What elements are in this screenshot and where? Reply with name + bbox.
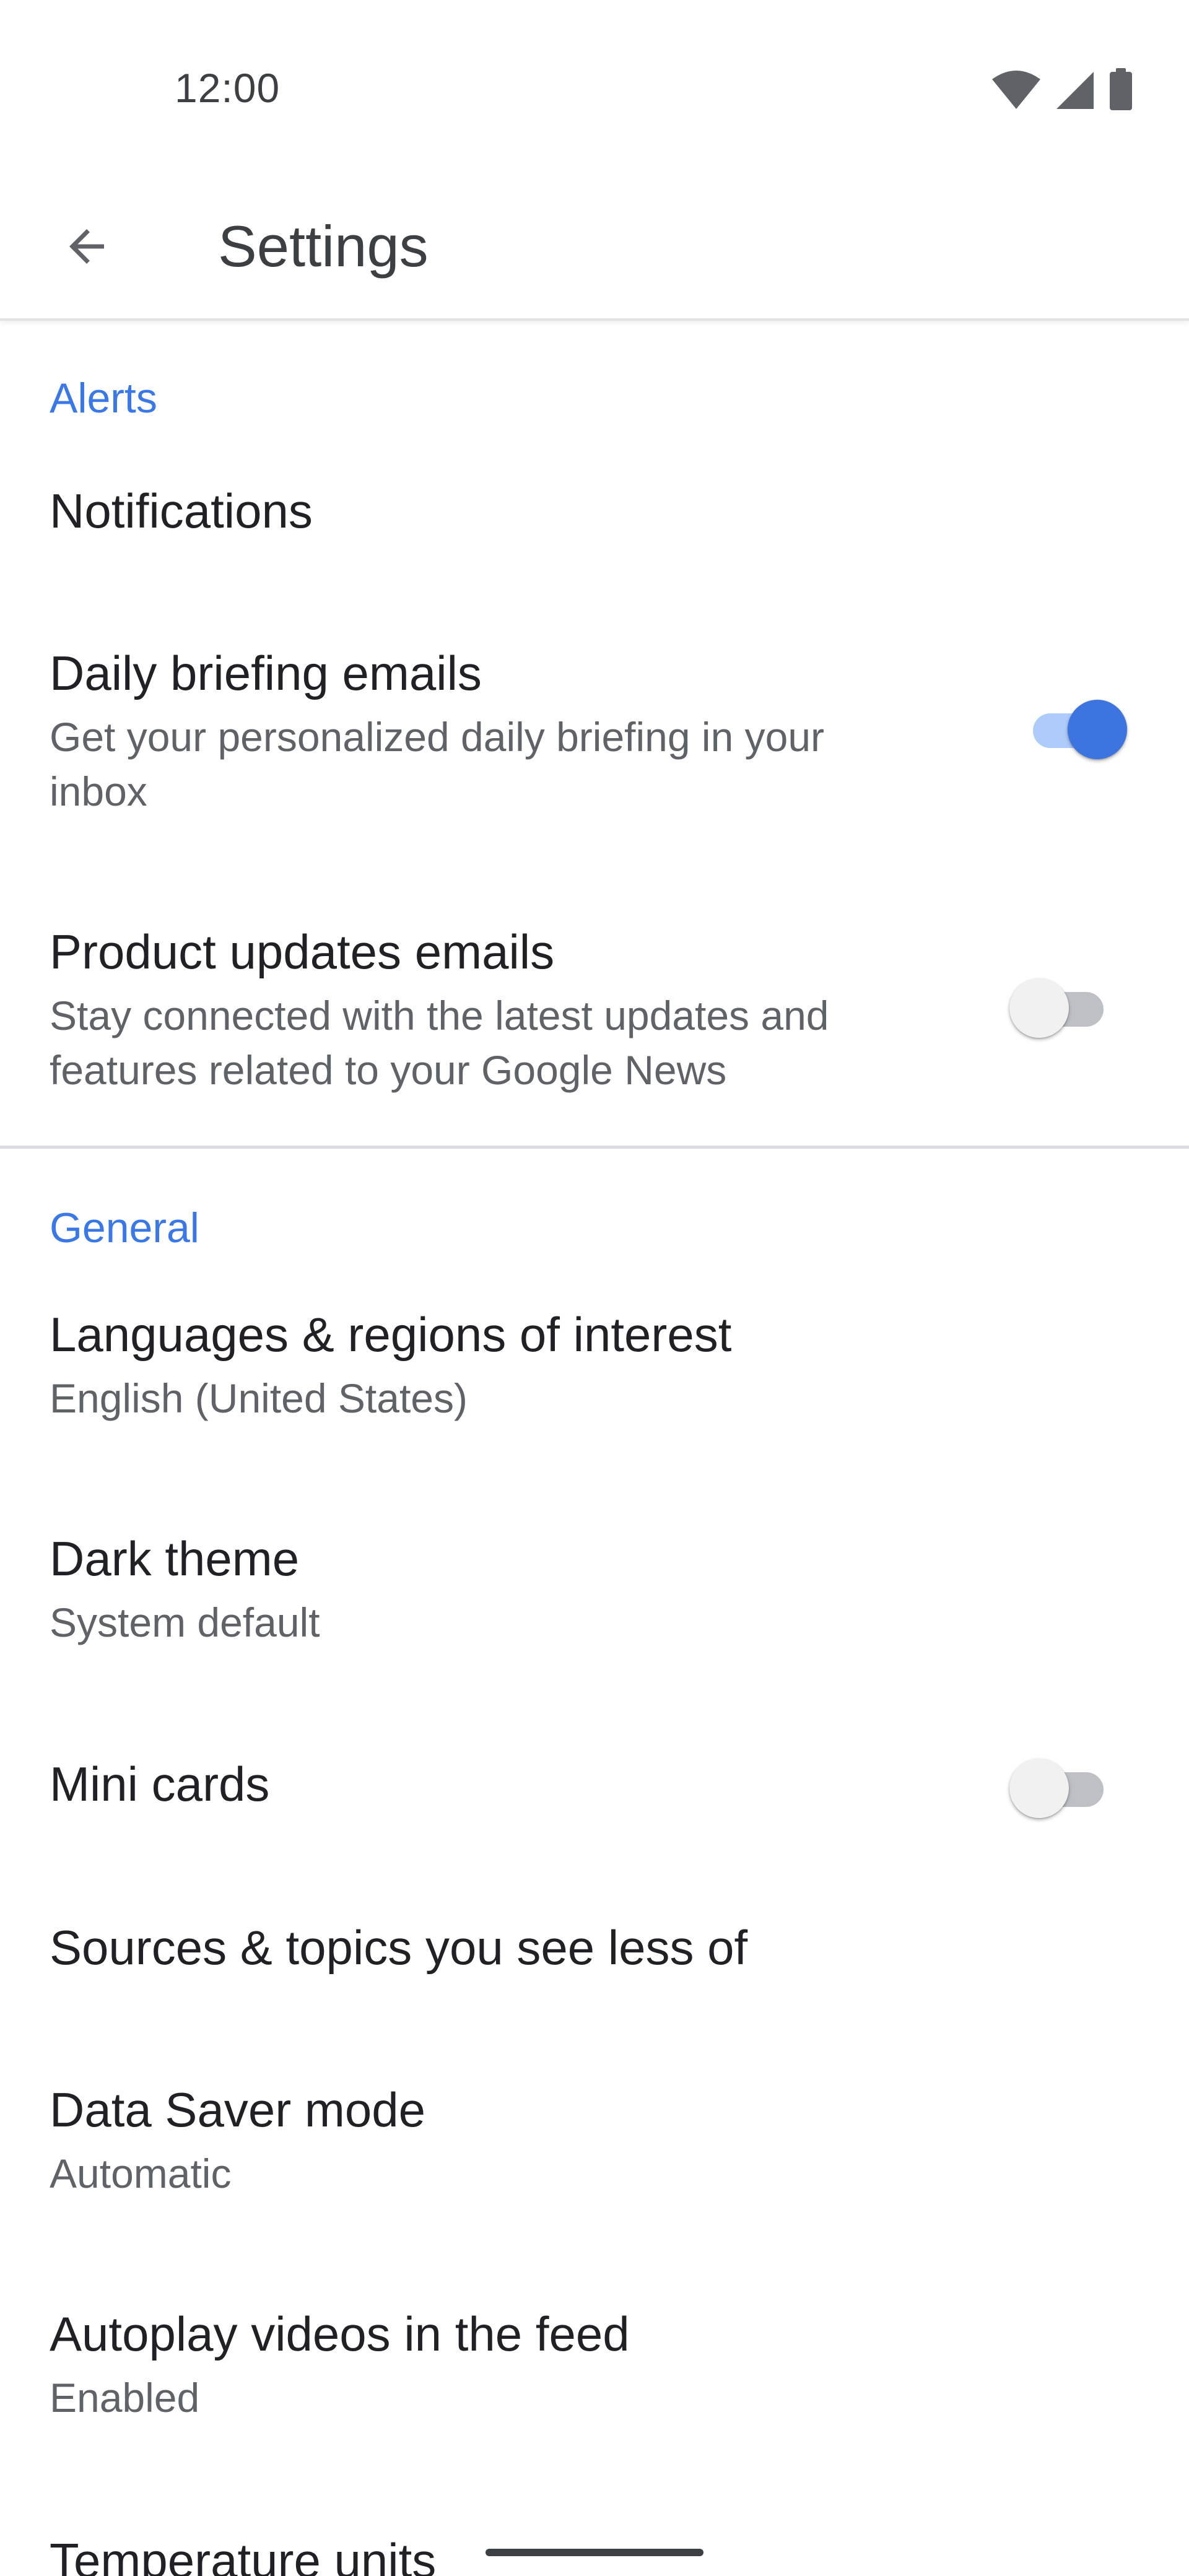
setting-title: Languages & regions of interest — [50, 1307, 732, 1362]
status-bar: 12:00 — [0, 0, 1189, 186]
setting-title: Data Saver mode — [50, 2082, 425, 2137]
daily-briefing-toggle[interactable] — [1022, 691, 1127, 759]
setting-subtitle: Enabled — [50, 2375, 200, 2421]
arrow-back-icon — [61, 220, 113, 276]
setting-subtitle: Automatic — [50, 2151, 232, 2196]
setting-notifications[interactable]: Notifications — [0, 458, 1189, 564]
setting-subtitle: System default — [50, 1599, 320, 1645]
setting-subtitle: Get your personalized daily briefing in … — [50, 714, 825, 814]
section-header-alerts: Alerts — [50, 375, 157, 422]
switch-thumb — [1009, 978, 1069, 1038]
setting-title: Notifications — [50, 484, 313, 538]
battery-icon — [1108, 68, 1133, 111]
page-title: Settings — [218, 214, 429, 279]
setting-mini-cards[interactable]: Mini cards — [0, 1734, 1189, 1845]
switch-thumb — [1068, 700, 1127, 759]
setting-temperature-units[interactable]: Temperature units — [0, 2514, 1189, 2576]
app-bar: Settings — [0, 186, 1189, 321]
mini-cards-toggle[interactable] — [1009, 1750, 1115, 1818]
setting-title: Temperature units — [50, 2533, 437, 2576]
setting-daily-briefing-emails[interactable]: Daily briefing emails Get your personali… — [0, 625, 1189, 836]
section-header-general: General — [50, 1204, 199, 1251]
setting-data-saver-mode[interactable]: Data Saver mode Automatic — [0, 2062, 1189, 2260]
signal-icon — [1055, 69, 1095, 110]
status-time: 12:00 — [175, 65, 281, 111]
setting-title: Daily briefing emails — [50, 646, 482, 700]
setting-title: Autoplay videos in the feed — [50, 2307, 630, 2361]
status-icons — [991, 68, 1133, 111]
setting-autoplay-videos[interactable]: Autoplay videos in the feed Enabled — [0, 2286, 1189, 2484]
gesture-nav-handle[interactable] — [486, 2549, 703, 2556]
setting-title: Mini cards — [50, 1757, 270, 1811]
setting-title: Sources & topics you see less of — [50, 1920, 748, 1975]
setting-languages-regions[interactable]: Languages & regions of interest English … — [0, 1288, 1189, 1486]
product-updates-toggle[interactable] — [1009, 970, 1115, 1038]
setting-sources-topics[interactable]: Sources & topics you see less of — [0, 1895, 1189, 2006]
setting-dark-theme[interactable]: Dark theme System default — [0, 1511, 1189, 1709]
setting-subtitle: English (United States) — [50, 1375, 468, 1421]
setting-title: Product updates emails — [50, 925, 555, 979]
section-divider — [0, 1146, 1189, 1149]
back-button[interactable] — [50, 211, 124, 285]
switch-thumb — [1009, 1759, 1069, 1818]
setting-product-updates-emails[interactable]: Product updates emails Stay connected wi… — [0, 904, 1189, 1115]
setting-title: Dark theme — [50, 1531, 300, 1586]
wifi-icon — [991, 69, 1042, 110]
setting-subtitle: Stay connected with the latest updates a… — [50, 993, 829, 1093]
